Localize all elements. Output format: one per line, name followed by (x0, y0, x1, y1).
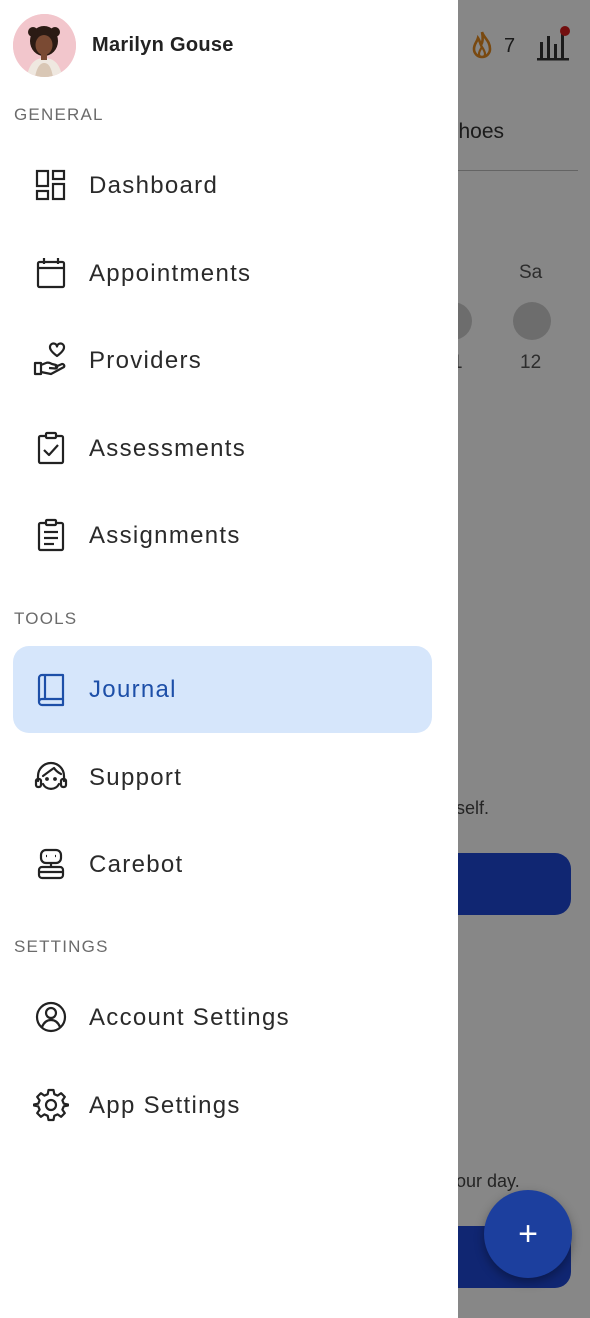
plus-icon: + (518, 1215, 538, 1253)
add-fab-button[interactable]: + (484, 1190, 572, 1278)
clipboard-check-icon (37, 431, 65, 465)
clipboard-list-icon (37, 518, 65, 552)
section-label-general: GENERAL (14, 105, 104, 124)
nav-item-providers[interactable]: Providers (13, 317, 432, 404)
nav-label-appointments: Appointments (89, 259, 252, 287)
calendar-icon (36, 258, 66, 289)
nav-label-assessments: Assessments (89, 434, 247, 462)
nav-label-providers: Providers (89, 346, 203, 374)
nav-label-journal: Journal (89, 675, 177, 703)
nav-item-journal[interactable]: Journal (13, 646, 432, 733)
headset-icon (34, 761, 68, 790)
avatar[interactable] (13, 14, 76, 77)
nav-item-dashboard[interactable]: Dashboard (13, 142, 432, 229)
gear-icon (33, 1088, 69, 1122)
section-label-tools: TOOLS (14, 609, 78, 628)
nav-item-account-settings[interactable]: Account Settings (13, 974, 432, 1061)
nav-label-carebot: Carebot (89, 850, 184, 878)
nav-label-dashboard: Dashboard (89, 171, 219, 199)
nav-item-support[interactable]: Support (13, 734, 432, 821)
nav-item-assignments[interactable]: Assignments (13, 492, 432, 579)
nav-item-app-settings[interactable]: App Settings (13, 1062, 432, 1149)
section-label-settings: SETTINGS (14, 937, 109, 956)
nav-label-assignments: Assignments (89, 521, 241, 549)
avatar-photo (13, 14, 76, 77)
nav-label-account-settings: Account Settings (89, 1003, 290, 1031)
nav-item-carebot[interactable]: Carebot (13, 821, 432, 908)
dashboard-icon (35, 169, 66, 201)
hand-heart-icon (33, 342, 66, 376)
robot-icon (37, 848, 65, 880)
nav-item-appointments[interactable]: Appointments (13, 230, 432, 317)
nav-label-app-settings: App Settings (89, 1091, 241, 1119)
user-name: Marilyn Gouse (92, 34, 234, 56)
nav-item-assessments[interactable]: Assessments (13, 405, 432, 492)
nav-label-support: Support (89, 763, 183, 791)
account-circle-icon (35, 1001, 67, 1033)
navigation-drawer: Marilyn Gouse GENERAL Dashboard Appointm… (0, 0, 458, 1318)
profile-header[interactable]: Marilyn Gouse (13, 14, 234, 77)
book-icon (37, 673, 65, 707)
